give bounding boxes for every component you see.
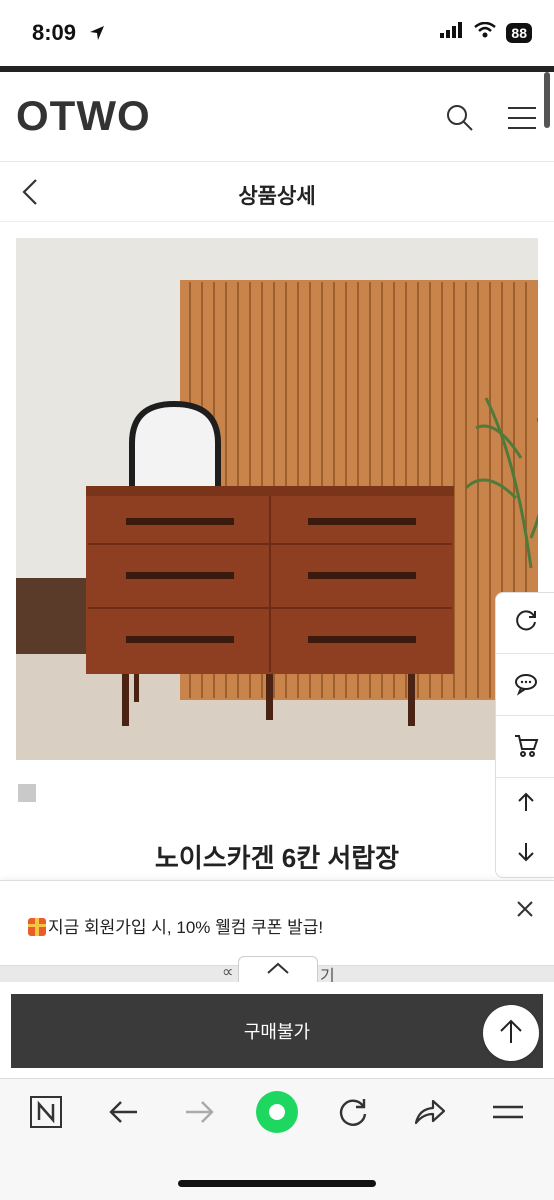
drawer-toggle-tab[interactable] — [238, 956, 318, 984]
buy-button[interactable]: 구매불가 — [11, 994, 543, 1068]
browser-menu-icon[interactable] — [486, 1090, 530, 1134]
hamburger-menu-icon[interactable] — [506, 102, 538, 134]
product-image[interactable] — [16, 238, 538, 760]
side-toolbar — [495, 592, 554, 878]
cart-icon — [513, 732, 539, 763]
image-thumbnail-indicator[interactable] — [18, 784, 36, 802]
home-indicator[interactable] — [178, 1180, 376, 1187]
status-icons: 88 — [440, 21, 532, 43]
refresh-history-button[interactable] — [496, 593, 554, 654]
chat-button[interactable] — [496, 655, 554, 716]
scroll-up-button[interactable] — [496, 779, 554, 829]
coupon-message: 지금 회원가입 시, 10% 웰컴 쿠폰 발급! — [28, 913, 323, 938]
scroll-to-top-button[interactable] — [483, 1005, 539, 1061]
coupon-text: 지금 회원가입 시, 10% 웰컴 쿠폰 발급! — [48, 918, 324, 937]
arrow-up-icon — [515, 791, 537, 818]
obscured-text-left: ∝ — [222, 964, 234, 981]
title-bar: 상품상세 — [0, 162, 554, 222]
browser-forward-icon[interactable] — [178, 1090, 222, 1134]
status-time: 8:09 — [32, 20, 77, 45]
gift-icon — [28, 918, 46, 936]
browser-reload-icon[interactable] — [331, 1090, 375, 1134]
refresh-icon — [513, 608, 539, 639]
page-scrollbar[interactable] — [544, 72, 550, 128]
arrow-up-icon — [498, 1017, 524, 1050]
page-title: 상품상세 — [238, 185, 316, 208]
browser-back-icon[interactable] — [101, 1090, 145, 1134]
chat-bubble-icon — [513, 670, 539, 701]
cart-button[interactable] — [496, 717, 554, 778]
close-icon[interactable] — [514, 898, 536, 920]
browser-home-icon[interactable] — [255, 1090, 299, 1134]
signal-icon — [440, 22, 464, 43]
coupon-banner[interactable]: 지금 회원가입 시, 10% 웰컴 쿠폰 발급! — [0, 880, 554, 966]
site-logo[interactable]: OTWO — [16, 92, 151, 140]
browser-share-icon[interactable] — [408, 1090, 452, 1134]
location-arrow-icon — [88, 24, 106, 47]
buy-button-label: 구매불가 — [243, 1022, 311, 1042]
chevron-up-icon — [265, 961, 291, 980]
scroll-down-button[interactable] — [496, 829, 554, 879]
battery-indicator: 88 — [506, 22, 532, 43]
naver-n-icon[interactable] — [24, 1090, 68, 1134]
site-header: OTWO — [0, 72, 554, 162]
product-name: 노이스카겐 6칸 서랍장 — [154, 843, 400, 873]
status-bar: 8:09 88 — [0, 0, 554, 66]
wifi-icon — [474, 21, 497, 43]
arrow-down-icon — [515, 841, 537, 868]
search-icon[interactable] — [444, 102, 476, 134]
